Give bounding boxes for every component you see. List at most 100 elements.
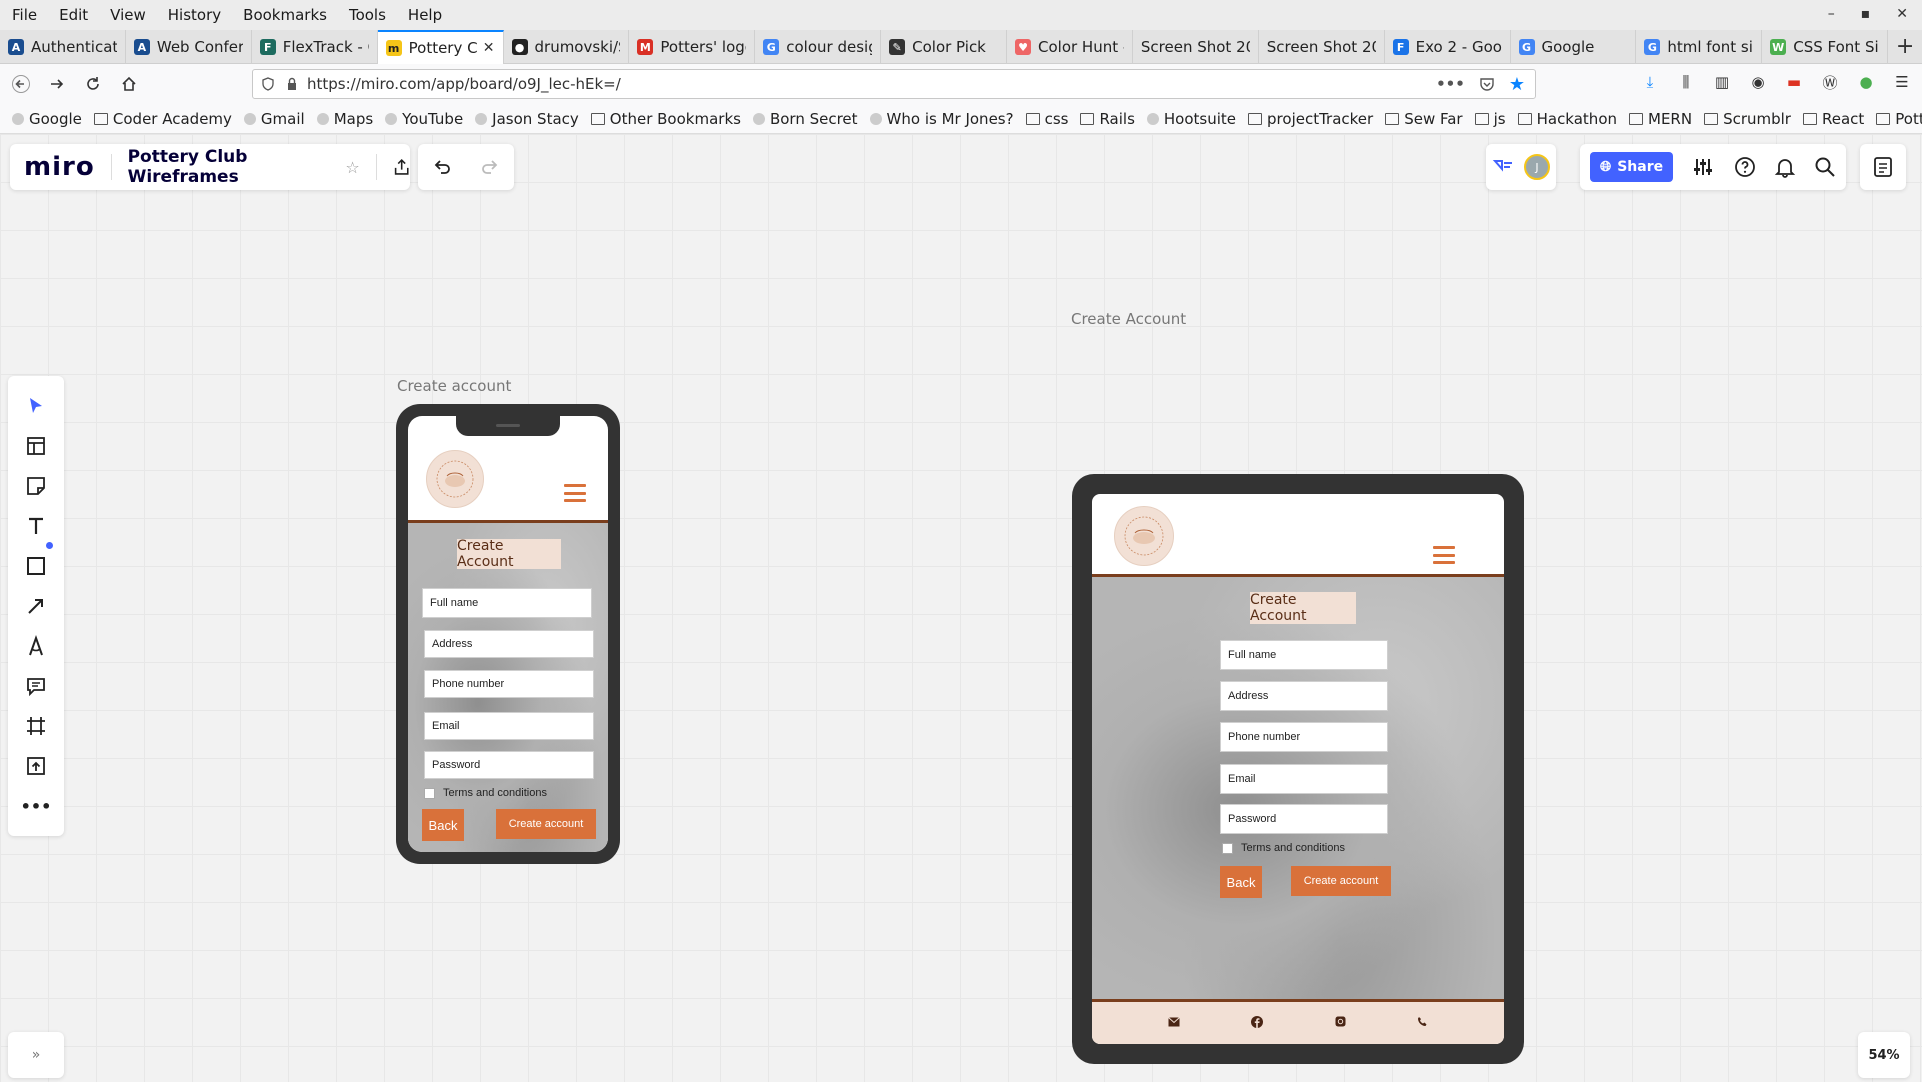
bookmark-folder[interactable]: Rails [1080,110,1135,128]
address-field[interactable]: Address [424,630,594,658]
browser-tab[interactable]: M Potters' logo [629,30,756,64]
zoom-level[interactable]: 54% [1858,1032,1910,1078]
browser-tab[interactable]: W CSS Font Siz [1762,30,1889,64]
menu-history[interactable]: History [168,6,221,24]
shape-tool-icon[interactable] [16,546,56,586]
sticky-note-icon[interactable] [16,466,56,506]
browser-tab[interactable]: A Authenticati [0,30,126,64]
browser-tab[interactable]: Screen Shot 202 [1133,30,1259,64]
email-field[interactable]: Email [1220,764,1388,794]
bookmark-folder[interactable]: projectTracker [1248,110,1373,128]
phone-frame-label[interactable]: Create account [397,377,511,395]
bookmark-folder[interactable]: css [1025,110,1068,128]
create-account-button[interactable]: Create account [496,809,596,839]
instagram-icon[interactable] [1335,1016,1346,1030]
tablet-wireframe[interactable]: Create Account Full name Address Phone n… [1072,474,1524,1064]
hamburger-menu-icon[interactable]: ☰ [1892,72,1912,92]
bookmark-link[interactable]: Hootsuite [1146,110,1236,128]
reload-icon[interactable] [78,69,108,99]
page-actions-icon[interactable]: ••• [1436,75,1465,93]
close-tab-icon[interactable]: ✕ [483,40,495,56]
frame-tool-icon[interactable] [16,706,56,746]
comment-icon[interactable] [16,666,56,706]
browser-tab[interactable]: Gcolour desig [755,30,882,64]
board-notes-icon[interactable] [1873,156,1893,178]
back-arrow-icon[interactable] [6,69,36,99]
bookmark-folder[interactable]: Sew Far [1385,110,1463,128]
upload-icon[interactable] [16,746,56,786]
browser-tab[interactable]: A Web Confer [126,30,252,64]
account-icon[interactable]: ◉ [1748,72,1768,92]
phone-number-field[interactable]: Phone number [424,670,594,698]
password-field[interactable]: Password [424,751,594,779]
envelope-icon[interactable] [1167,1016,1180,1030]
back-button[interactable]: Back [422,809,464,841]
bookmark-folder[interactable]: js [1474,110,1506,128]
bookmark-link[interactable]: YouTube [385,110,463,128]
hamburger-menu-icon[interactable] [1433,546,1455,564]
back-button[interactable]: Back [1220,866,1262,898]
bookmark-star-icon[interactable]: ★ [1509,74,1525,95]
terms-checkbox[interactable] [1222,842,1233,854]
bookmark-folder[interactable]: Coder Academy [93,110,232,128]
full-name-field[interactable]: Full name [422,588,592,618]
phone-wireframe[interactable]: Create Account Full name Address Phone n… [396,404,620,864]
search-icon[interactable] [1814,156,1836,178]
phone-number-field[interactable]: Phone number [1220,722,1388,752]
menu-view[interactable]: View [110,6,146,24]
export-icon[interactable] [393,157,410,177]
connector-arrow-icon[interactable] [16,586,56,626]
email-field[interactable]: Email [424,712,594,740]
pen-tool-icon[interactable] [16,626,56,666]
browser-tab[interactable]: m Pottery C ✕ [377,30,504,64]
undo-icon[interactable] [432,157,452,177]
bookmark-folder[interactable]: MERN [1629,110,1692,128]
extension-w-icon[interactable]: Ⓦ [1820,72,1840,92]
extension-red-icon[interactable]: ▬ [1784,72,1804,92]
bookmark-link[interactable]: Gmail [243,110,305,128]
browser-tab[interactable]: F FlexTrack - C [252,30,378,64]
forward-arrow-icon[interactable] [42,69,72,99]
browser-tab[interactable]: Ghtml font siz [1636,30,1763,64]
library-icon[interactable]: ⫼ [1676,72,1696,92]
bookmark-folder[interactable]: React [1802,110,1864,128]
menu-tools[interactable]: Tools [349,6,386,24]
new-tab-icon[interactable]: + [1888,30,1922,63]
more-tools-icon[interactable]: ••• [16,786,56,826]
bookmark-folder[interactable]: Scrumblr [1704,110,1791,128]
tablet-frame-label[interactable]: Create Account [1071,310,1186,328]
menu-bookmarks[interactable]: Bookmarks [243,6,327,24]
menu-file[interactable]: File [12,6,37,24]
full-name-field[interactable]: Full name [1220,640,1388,670]
bookmark-folder[interactable]: Potter [1876,110,1922,128]
redo-icon[interactable] [480,157,500,177]
browser-tab[interactable]: G Google [1511,30,1637,64]
bookmark-link[interactable]: Google [12,110,82,128]
address-bar[interactable]: https://miro.com/app/board/o9J_lec-hEk=/… [252,69,1536,99]
share-button[interactable]: 🌐︎ Share [1590,152,1674,182]
terms-checkbox[interactable] [424,787,435,799]
phone-icon[interactable] [1417,1016,1428,1030]
expand-panel-button[interactable]: » [8,1032,64,1078]
create-account-button[interactable]: Create account [1291,866,1391,896]
miro-canvas[interactable]: miro Pottery Club Wireframes ☆ J 🌐︎ Shar… [0,134,1922,1082]
browser-tab[interactable]: ♥ Color Hunt - [1007,30,1133,64]
bookmark-folder[interactable]: Hackathon [1517,110,1617,128]
board-title[interactable]: Pottery Club Wireframes [128,147,334,187]
close-window-icon[interactable]: ✕ [1896,6,1908,22]
browser-tab[interactable]: ● drumovski/S [504,30,630,64]
download-icon[interactable]: ⤓ [1640,72,1660,92]
text-tool-icon[interactable] [16,506,56,546]
miro-logo[interactable]: miro [24,152,95,182]
select-cursor-icon[interactable] [16,386,56,426]
sidebar-icon[interactable]: ▥ [1712,72,1732,92]
settings-sliders-icon[interactable] [1691,157,1715,177]
bookmark-folder[interactable]: Other Bookmarks [590,110,741,128]
reactions-icon[interactable] [1492,157,1514,177]
home-icon[interactable] [114,69,144,99]
menu-edit[interactable]: Edit [59,6,88,24]
pocket-icon[interactable] [1479,76,1495,92]
templates-icon[interactable] [16,426,56,466]
bookmark-link[interactable]: Who is Mr Jones? [869,110,1014,128]
browser-tab[interactable]: F Exo 2 - Goog [1385,30,1511,64]
